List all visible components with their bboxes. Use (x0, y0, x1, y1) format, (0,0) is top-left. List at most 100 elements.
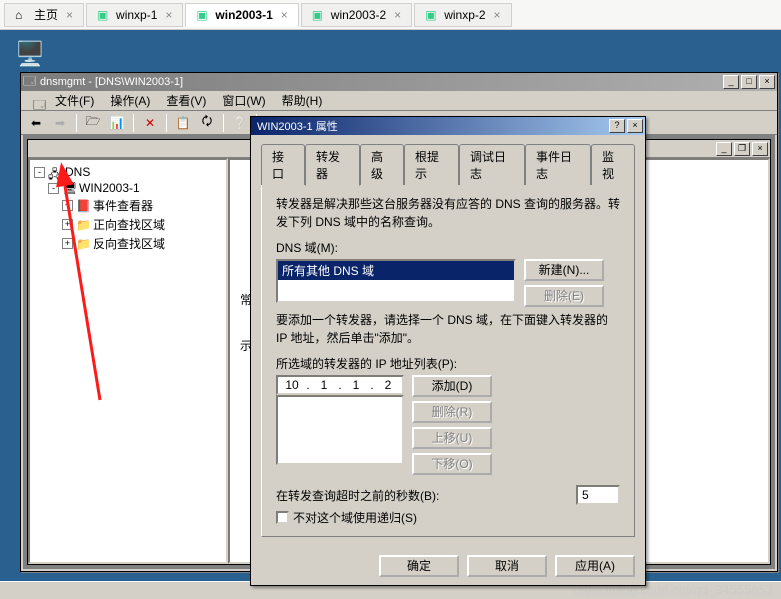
tab-win2003-2[interactable]: ▣ win2003-2 × (301, 3, 412, 27)
close-button[interactable]: × (627, 119, 643, 133)
collapse-icon[interactable]: - (48, 183, 59, 194)
cancel-button[interactable]: 取消 (467, 555, 547, 577)
list-item[interactable]: 所有其他 DNS 域 (278, 261, 514, 280)
show-hide-button[interactable]: 📊 (106, 113, 128, 133)
forward-button[interactable]: ➡ (49, 113, 71, 133)
move-up-button[interactable]: 上移(U) (412, 427, 492, 449)
tree-node-forward[interactable]: +📁正向查找区域 (62, 215, 222, 234)
server-properties-dialog: WIN2003-1 属性 ? × 接口 转发器 高级 根提示 调试日志 事件日志… (250, 116, 646, 586)
delete-domain-button[interactable]: 删除(E) (524, 285, 604, 307)
tab-label: win2003-2 (331, 8, 386, 22)
forwarder-ip-list[interactable] (276, 395, 404, 465)
tab-advanced[interactable]: 高级 (360, 144, 404, 185)
tree-node-events[interactable]: +📕事件查看器 (62, 196, 222, 215)
tree-pane[interactable]: -🖧DNS -🖥WIN2003-1 +📕事件查看器 +📁正向查找区域 +📁反向查… (28, 158, 228, 564)
close-icon[interactable]: × (494, 8, 501, 22)
home-icon: ⌂ (15, 8, 29, 22)
close-icon[interactable]: × (394, 8, 401, 22)
refresh-button[interactable]: 🗘 (196, 113, 218, 133)
tab-root-hints[interactable]: 根提示 (404, 144, 459, 185)
tab-event-logging[interactable]: 事件日志 (525, 144, 591, 185)
properties-button[interactable]: 📋 (172, 113, 194, 133)
tab-home[interactable]: ⌂主页× (4, 3, 84, 27)
tree-server[interactable]: -🖥WIN2003-1 (48, 180, 222, 196)
server-icon: 🖥 (62, 181, 76, 195)
timeout-input[interactable] (576, 485, 620, 505)
new-domain-button[interactable]: 新建(N)... (524, 259, 604, 281)
close-icon[interactable]: × (281, 8, 288, 22)
tree-label: 反向查找区域 (93, 235, 165, 252)
dns-domain-list[interactable]: 所有其他 DNS 域 (276, 259, 516, 303)
timeout-label: 在转发查询超时之前的秒数(B): (276, 487, 439, 504)
minimize-button[interactable]: _ (723, 75, 739, 89)
install-icon: 🖥️ (10, 40, 50, 69)
remove-ip-button[interactable]: 删除(R) (412, 401, 492, 423)
app-menu-icon[interactable]: 🗔 (25, 94, 41, 108)
dialog-titlebar[interactable]: WIN2003-1 属性 ? × (251, 117, 645, 135)
dialog-title: WIN2003-1 属性 (253, 118, 607, 134)
menu-file[interactable]: 文件(F) (47, 90, 102, 111)
ip-octet-1[interactable] (278, 378, 306, 392)
tab-winxp-2[interactable]: ▣winxp-2× (414, 3, 511, 27)
tab-forwarders[interactable]: 转发器 (305, 144, 360, 186)
folder-icon: 📁 (76, 237, 90, 251)
ip-octet-2[interactable] (310, 378, 338, 392)
delete-button[interactable]: ✕ (139, 113, 161, 133)
back-button[interactable]: ⬅ (25, 113, 47, 133)
close-icon[interactable]: × (66, 8, 73, 22)
collapse-icon[interactable]: - (34, 167, 45, 178)
no-recursion-checkbox-row[interactable]: 不对这个域使用递归(S) (276, 509, 620, 526)
child-close-button[interactable]: × (752, 142, 768, 156)
menu-help[interactable]: 帮助(H) (274, 90, 331, 111)
apply-button[interactable]: 应用(A) (555, 555, 635, 577)
desktop: 🖥️ 安 🗔 dnsmgmt - [DNS\WIN2003-1] _ □ × 🗔… (0, 30, 781, 581)
expand-icon[interactable]: + (62, 200, 73, 211)
dialog-tabs: 接口 转发器 高级 根提示 调试日志 事件日志 监视 (261, 144, 635, 185)
tab-label: winxp-1 (116, 8, 157, 22)
help-button[interactable]: ❔ (229, 113, 251, 133)
expand-icon[interactable]: + (62, 238, 73, 249)
vm-icon: ▣ (425, 8, 439, 22)
up-button[interactable]: 🗁 (82, 113, 104, 133)
child-minimize-button[interactable]: _ (716, 142, 732, 156)
dns-icon: 🖧 (48, 165, 62, 179)
tab-winxp-1[interactable]: ▣ winxp-1 × (86, 3, 183, 27)
close-icon[interactable]: × (165, 8, 172, 22)
ip-list-label: 所选域的转发器的 IP 地址列表(P): (276, 355, 620, 372)
mmc-titlebar[interactable]: 🗔 dnsmgmt - [DNS\WIN2003-1] _ □ × (21, 73, 777, 91)
no-recursion-checkbox[interactable] (276, 511, 289, 524)
maximize-button[interactable]: □ (741, 75, 757, 89)
mmc-menubar: 🗔 文件(F) 操作(A) 查看(V) 窗口(W) 帮助(H) (21, 91, 777, 111)
expand-icon[interactable]: + (62, 219, 73, 230)
menu-window[interactable]: 窗口(W) (214, 90, 273, 111)
close-button[interactable]: × (759, 75, 775, 89)
ip-octet-3[interactable] (342, 378, 370, 392)
tree-root-dns[interactable]: -🖧DNS (34, 164, 222, 180)
forwarders-description: 转发器是解决那些这台服务器没有应答的 DNS 查询的服务器。转发下列 DNS 域… (276, 195, 620, 231)
ip-address-input[interactable]: . . . (276, 375, 404, 395)
tab-interfaces[interactable]: 接口 (261, 144, 305, 185)
tree-label: WIN2003-1 (79, 181, 140, 195)
child-restore-button[interactable]: ❐ (734, 142, 750, 156)
browser-tab-strip: ⌂主页× ▣ winxp-1 × ▣win2003-1× ▣ win2003-2 × ▣… (0, 0, 781, 30)
ip-octet-4[interactable] (374, 378, 402, 392)
folder-icon: 📁 (76, 218, 90, 232)
add-ip-button[interactable]: 添加(D) (412, 375, 492, 397)
tab-debug-logging[interactable]: 调试日志 (459, 144, 525, 185)
tab-monitoring[interactable]: 监视 (591, 144, 635, 185)
vm-icon: ▣ (312, 8, 326, 22)
menu-view[interactable]: 查看(V) (158, 90, 214, 111)
tree-node-reverse[interactable]: +📁反向查找区域 (62, 234, 222, 253)
tree-label: DNS (65, 165, 90, 179)
context-help-button[interactable]: ? (609, 119, 625, 133)
menu-action[interactable]: 操作(A) (102, 90, 158, 111)
no-recursion-label: 不对这个域使用递归(S) (293, 509, 417, 526)
tab-win2003-1[interactable]: ▣win2003-1× (185, 3, 298, 27)
vm-icon: ▣ (97, 8, 111, 22)
mmc-title: dnsmgmt - [DNS\WIN2003-1] (36, 76, 721, 88)
tree-label: 正向查找区域 (93, 216, 165, 233)
dialog-button-row: 确定 取消 应用(A) (251, 547, 645, 585)
tree-label: 事件查看器 (93, 197, 153, 214)
ok-button[interactable]: 确定 (379, 555, 459, 577)
move-down-button[interactable]: 下移(O) (412, 453, 492, 475)
